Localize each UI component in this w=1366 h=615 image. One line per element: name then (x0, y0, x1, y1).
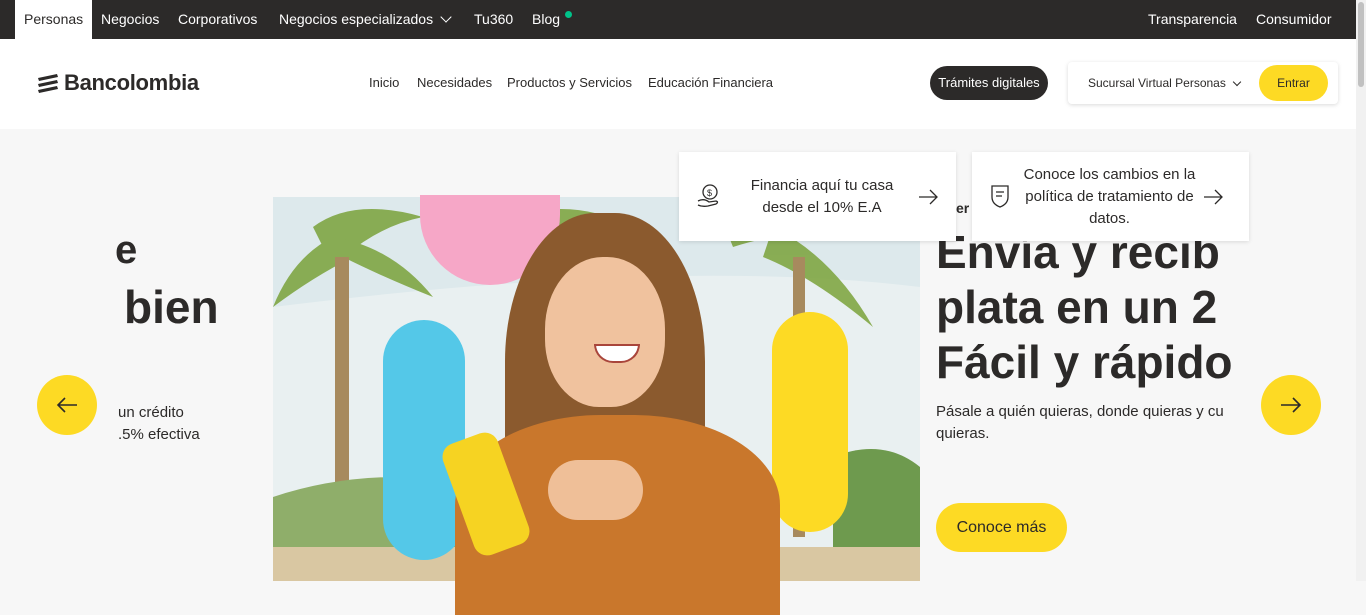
arrow-left-icon (56, 397, 77, 413)
woman-hand (548, 460, 643, 520)
page-scrollbar[interactable] (1356, 0, 1366, 581)
chevron-down-icon (1232, 77, 1242, 87)
document-shield-icon (991, 185, 1009, 208)
topnav-negocios[interactable]: Negocios (101, 0, 159, 39)
tramites-digitales-button[interactable]: Trámites digitales (930, 66, 1048, 100)
bancolombia-logo-icon (38, 74, 58, 93)
main-header: Bancolombia Inicio Necesidades Productos… (0, 39, 1356, 129)
topnav-negocios-especializados[interactable]: Negocios especializados (279, 0, 452, 39)
left-slide-title-fragment: e (115, 228, 138, 272)
card-financia-casa[interactable]: $ Financia aquí tu casa desde el 10% E.A (679, 152, 956, 241)
right-slide-title-line2: plata en un 2 (936, 281, 1218, 333)
arrow-right-icon (1281, 397, 1302, 413)
decorative-yellow-shape (772, 312, 848, 532)
nav-necesidades[interactable]: Necesidades (417, 75, 492, 90)
blog-new-dot (565, 11, 572, 18)
arrow-right-icon (1204, 189, 1223, 205)
left-slide-desc-line2: .5% efectiva (118, 426, 200, 443)
topnav-tu360[interactable]: Tu360 (474, 0, 513, 39)
house-money-icon: $ (697, 184, 719, 207)
arrow-right-icon (919, 189, 938, 205)
entrar-button[interactable]: Entrar (1259, 65, 1328, 101)
sucursal-virtual-box: Sucursal Virtual Personas Entrar (1068, 62, 1338, 104)
card-financia-casa-text: Financia aquí tu casa desde el 10% E.A (750, 177, 894, 216)
conoce-mas-button[interactable]: Conoce más (936, 503, 1067, 552)
right-slide-eyebrow: er (956, 200, 970, 216)
topnav-personas[interactable]: Personas (15, 0, 93, 39)
left-slide-description: un crédito .5% efectiva (118, 402, 200, 446)
card-politica-datos[interactable]: Conoce los cambios en la política de tra… (972, 152, 1249, 241)
chevron-down-icon (440, 11, 452, 23)
topnav-transparencia[interactable]: Transparencia (1148, 0, 1237, 39)
card-politica-datos-text: Conoce los cambios en la política de tra… (1023, 166, 1196, 227)
nav-educacion-financiera[interactable]: Educación Financiera (648, 75, 773, 90)
left-slide-desc-line1: un crédito (118, 404, 184, 421)
top-navigation-bar: Personas Negocios Corporativos Negocios … (0, 0, 1356, 39)
decorative-blue-shape (383, 320, 465, 560)
left-slide-title: bien (124, 281, 219, 333)
topnav-corporativos[interactable]: Corporativos (178, 0, 257, 39)
svg-text:$: $ (707, 188, 712, 198)
sucursal-virtual-label: Sucursal Virtual Personas (1088, 76, 1226, 90)
right-slide-title: Envía y recib plata en un 2 Fácil y rápi… (936, 225, 1234, 390)
topnav-negocios-especializados-label: Negocios especializados (279, 11, 434, 27)
logo-text: Bancolombia (64, 70, 199, 95)
scrollbar-thumb[interactable] (1358, 2, 1364, 87)
nav-productos-servicios[interactable]: Productos y Servicios (507, 75, 632, 90)
right-slide-description: Pásale a quién quieras, donde quieras y … (936, 403, 1224, 442)
woman-face (545, 257, 665, 407)
nav-inicio[interactable]: Inicio (369, 75, 399, 90)
carousel-next-button[interactable] (1261, 375, 1321, 435)
bancolombia-logo[interactable]: Bancolombia (37, 70, 199, 96)
topnav-blog[interactable]: Blog (532, 0, 560, 39)
carousel-prev-button[interactable] (37, 375, 97, 435)
topnav-consumidor[interactable]: Consumidor (1256, 0, 1331, 39)
right-slide-title-line3: Fácil y rápido (936, 336, 1233, 388)
sucursal-virtual-dropdown[interactable]: Sucursal Virtual Personas (1088, 76, 1242, 90)
